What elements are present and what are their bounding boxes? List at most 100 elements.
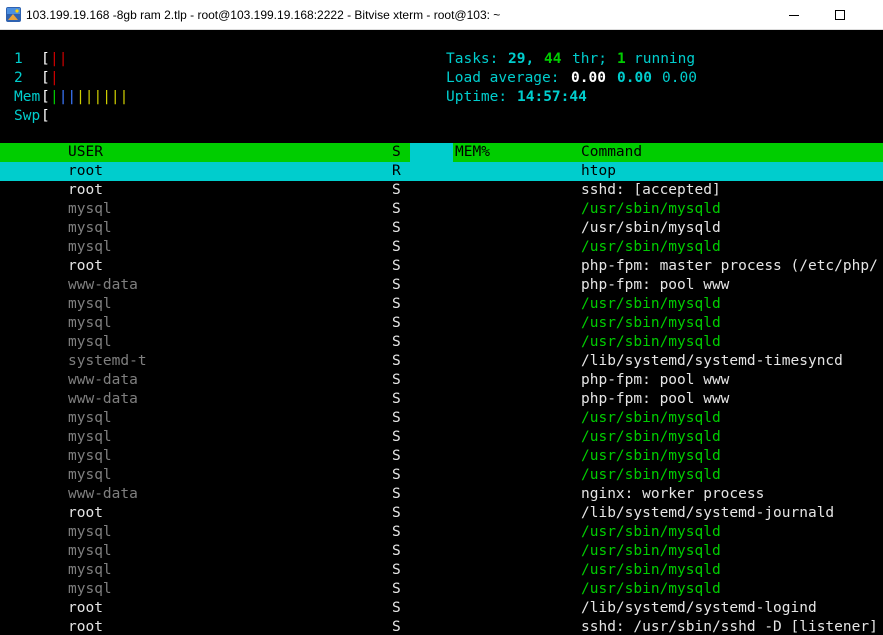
state-cell: S (392, 315, 401, 331)
window-titlebar[interactable]: 103.199.19.168 -8gb ram 2.tlp - root@103… (0, 0, 883, 30)
state-cell: S (392, 258, 401, 274)
user-cell: root (68, 600, 103, 616)
state-cell: S (392, 524, 401, 540)
state-cell: S (392, 353, 401, 369)
user-cell: mysql (68, 448, 112, 464)
state-cell: S (392, 334, 401, 350)
user-cell: www-data (68, 372, 138, 388)
user-cell: mysql (68, 429, 112, 445)
maximize-button[interactable] (817, 0, 863, 30)
state-cell: S (392, 391, 401, 407)
meter-bar-segment: | (67, 89, 77, 105)
user-cell: mysql (68, 296, 112, 312)
state-cell: S (392, 486, 401, 502)
running-label: running (634, 51, 696, 67)
command-cell: /usr/sbin/mysqld (581, 220, 721, 236)
uptime-label: Uptime: (446, 89, 508, 105)
state-cell: S (392, 220, 401, 236)
meter-bar-segment: | (110, 89, 120, 105)
state-cell: R (392, 163, 401, 179)
meter-label: Mem (14, 89, 41, 105)
user-cell: root (68, 505, 103, 521)
command-cell: htop (581, 163, 616, 179)
meter-bar-segment: | (84, 89, 94, 105)
command-cell: php-fpm: pool www (581, 372, 730, 388)
tasks-label: Tasks: (446, 51, 499, 67)
command-cell: /lib/systemd/systemd-journald (581, 505, 835, 521)
state-cell: S (392, 619, 401, 635)
command-cell: nginx: worker process (581, 486, 765, 502)
command-cell: php-fpm: pool www (581, 391, 730, 407)
command-cell: /usr/sbin/mysqld (581, 239, 721, 255)
meter-bracket: [ (41, 108, 50, 124)
command-cell: sshd: /usr/sbin/sshd -D [listener] (581, 619, 878, 635)
state-cell: S (392, 429, 401, 445)
load-15: 0.00 (662, 70, 697, 86)
state-cell: S (392, 296, 401, 312)
command-cell: /usr/sbin/mysqld (581, 524, 721, 540)
command-cell: sshd: [accepted] (581, 182, 721, 198)
user-cell: www-data (68, 277, 138, 293)
state-cell: S (392, 562, 401, 578)
state-cell: S (392, 239, 401, 255)
command-cell: /usr/sbin/mysqld (581, 201, 721, 217)
meter-bracket: [ (41, 89, 50, 105)
minimize-button[interactable] (771, 0, 817, 30)
load-5: 0.00 (617, 70, 652, 86)
command-cell: /usr/sbin/mysqld (581, 315, 721, 331)
user-cell: mysql (68, 201, 112, 217)
user-cell: mysql (68, 220, 112, 236)
command-cell: /usr/sbin/mysqld (581, 296, 721, 312)
command-cell: /usr/sbin/mysqld (581, 562, 721, 578)
user-cell: mysql (68, 524, 112, 540)
state-cell: S (392, 448, 401, 464)
selected-row-highlight (0, 162, 883, 181)
meter-bracket: [ (41, 70, 50, 86)
state-cell: S (392, 182, 401, 198)
command-cell: /usr/sbin/mysqld (581, 467, 721, 483)
user-cell: root (68, 182, 103, 198)
meter-bar-segment: | (58, 89, 68, 105)
user-cell: root (68, 163, 103, 179)
meter-label: 1 (14, 51, 23, 67)
user-cell: root (68, 258, 103, 274)
state-cell: S (392, 467, 401, 483)
command-cell: php-fpm: master process (/etc/php/ (581, 258, 878, 274)
column-header-mem: MEM% (455, 144, 490, 160)
column-header-user: USER (68, 144, 103, 160)
command-cell: /lib/systemd/systemd-logind (581, 600, 817, 616)
tasks-count: 29, (508, 51, 535, 67)
meter-bar-segment: | (102, 89, 111, 105)
user-cell: www-data (68, 486, 138, 502)
command-cell: /usr/sbin/mysqld (581, 543, 721, 559)
command-cell: /usr/sbin/mysqld (581, 581, 721, 597)
meter-bar-segment: | (50, 70, 59, 86)
state-cell: S (392, 600, 401, 616)
threads-label: thr; (572, 51, 607, 67)
user-cell: mysql (68, 562, 112, 578)
window-title: 103.199.19.168 -8gb ram 2.tlp - root@103… (26, 8, 501, 22)
command-cell: /lib/systemd/systemd-timesyncd (581, 353, 843, 369)
state-cell: S (392, 543, 401, 559)
state-cell: S (392, 581, 401, 597)
maximize-icon (835, 10, 845, 20)
meter-bar-segment: | (76, 89, 85, 105)
user-cell: mysql (68, 467, 112, 483)
running-count: 1 (617, 51, 626, 67)
column-header-command: Command (581, 144, 643, 160)
user-cell: systemd-t (68, 353, 147, 369)
uptime-value: 14:57:44 (517, 89, 587, 105)
state-cell: S (392, 277, 401, 293)
meter-bar-segment: | (58, 51, 68, 67)
terminal-screen[interactable]: 1[||1.3%]2[|1.3%]Mem[|||||||||536M/7.78G… (0, 30, 883, 635)
user-cell: mysql (68, 410, 112, 426)
load-1: 0.00 (571, 70, 606, 86)
load-label: Load average: (446, 70, 560, 86)
user-cell: mysql (68, 543, 112, 559)
command-cell: php-fpm: pool www (581, 277, 730, 293)
sort-column-highlight (410, 143, 453, 162)
meter-bar-segment: | (93, 89, 103, 105)
minimize-icon (789, 15, 799, 16)
meter-label: 2 (14, 70, 23, 86)
user-cell: mysql (68, 581, 112, 597)
